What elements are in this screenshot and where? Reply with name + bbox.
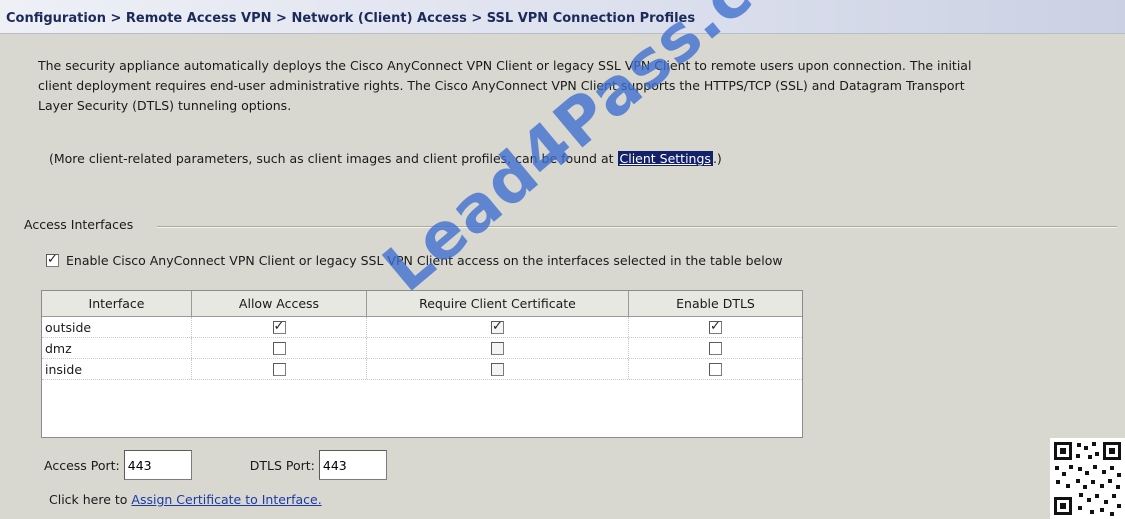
- enable-dtls-checkbox[interactable]: [709, 341, 722, 355]
- section-divider: [157, 226, 1117, 228]
- interfaces-table: Interface Allow Access Require Client Ce…: [41, 290, 803, 438]
- allow-access-checkbox[interactable]: [272, 319, 286, 335]
- interface-name: inside: [42, 359, 192, 379]
- assign-certificate-prefix: Click here to: [49, 492, 132, 507]
- column-header-interface[interactable]: Interface: [42, 291, 192, 316]
- require-cert-checkbox[interactable]: [491, 319, 504, 335]
- title-bar: Configuration > Remote Access VPN > Netw…: [0, 0, 1125, 34]
- enable-access-row[interactable]: Enable Cisco AnyConnect VPN Client or le…: [46, 252, 783, 268]
- interface-name: dmz: [42, 338, 192, 358]
- more-info-suffix: .): [712, 151, 722, 166]
- qr-code-image: [1050, 438, 1125, 519]
- table-row[interactable]: outside: [42, 317, 802, 338]
- table-row[interactable]: dmz: [42, 338, 802, 359]
- allow-access-checkbox[interactable]: [272, 341, 286, 355]
- description-line-3: Layer Security (DTLS) tunneling options.: [38, 98, 292, 113]
- dtls-port-input[interactable]: [318, 450, 387, 480]
- enable-access-checkbox[interactable]: [46, 252, 59, 268]
- allow-access-checkbox[interactable]: [272, 362, 286, 376]
- table-row[interactable]: inside: [42, 359, 802, 380]
- more-info-text: (More client-related parameters, such as…: [49, 151, 722, 166]
- access-port-input[interactable]: [123, 450, 192, 480]
- enable-dtls-checkbox[interactable]: [709, 362, 722, 376]
- access-interfaces-label: Access Interfaces: [24, 217, 138, 232]
- table-header: Interface Allow Access Require Client Ce…: [42, 291, 802, 317]
- require-cert-checkbox[interactable]: [491, 341, 504, 355]
- access-port-label: Access Port:: [44, 457, 120, 473]
- require-cert-checkbox[interactable]: [491, 362, 504, 376]
- assign-certificate-link[interactable]: Assign Certificate to Interface.: [131, 492, 321, 507]
- breadcrumb: Configuration > Remote Access VPN > Netw…: [6, 11, 696, 26]
- port-settings: Access Port: DTLS Port:: [44, 450, 387, 480]
- column-header-require-cert[interactable]: Require Client Certificate: [367, 291, 629, 316]
- enable-access-label: Enable Cisco AnyConnect VPN Client or le…: [66, 253, 783, 268]
- more-info-prefix: (More client-related parameters, such as…: [49, 151, 618, 166]
- assign-certificate-line: Click here to Assign Certificate to Inte…: [49, 492, 322, 507]
- dtls-port-label: DTLS Port:: [249, 457, 315, 473]
- client-settings-link[interactable]: Client Settings: [617, 151, 713, 166]
- column-header-allow-access[interactable]: Allow Access: [192, 291, 367, 316]
- description-line-1: The security appliance automatically dep…: [38, 58, 972, 73]
- description-line-2: client deployment requires end-user admi…: [38, 78, 965, 93]
- column-header-enable-dtls[interactable]: Enable DTLS: [629, 291, 802, 316]
- description: The security appliance automatically dep…: [38, 56, 1118, 116]
- enable-dtls-checkbox[interactable]: [709, 319, 722, 335]
- interface-name: outside: [42, 317, 192, 337]
